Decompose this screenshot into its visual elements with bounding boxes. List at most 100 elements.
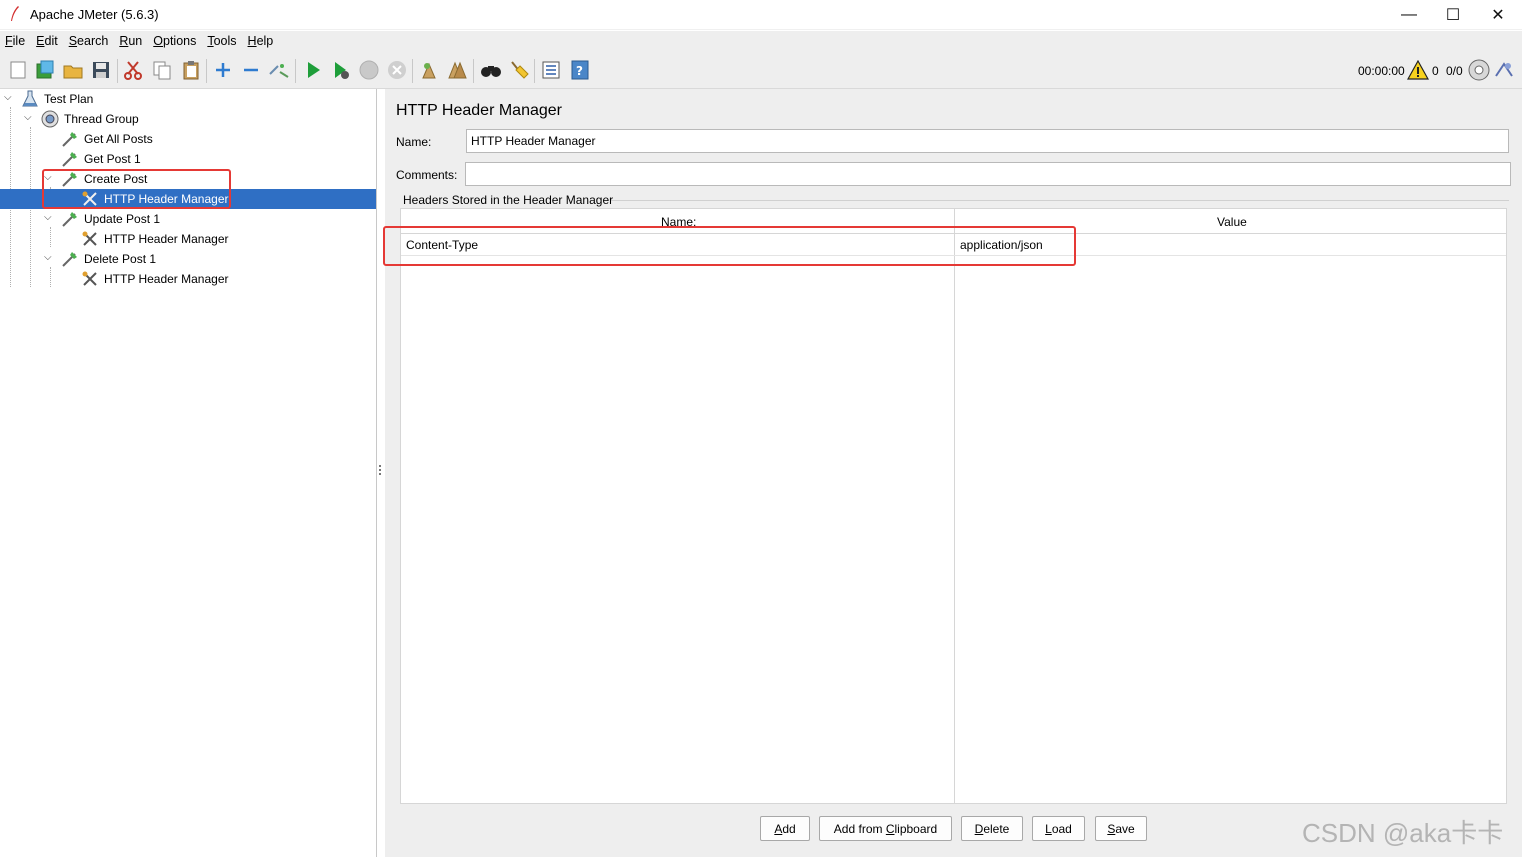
- header-manager-panel: HTTP Header Manager Name: HTTP Header Ma…: [385, 89, 1522, 857]
- menu-mnemonic: H: [247, 34, 257, 48]
- error-count: 0: [1432, 64, 1439, 78]
- name-field[interactable]: HTTP Header Manager: [466, 129, 1509, 153]
- tree-item-label: HTTP Header Manager: [104, 192, 229, 206]
- http-sampler-icon: [62, 132, 77, 147]
- menu-label: ools: [213, 34, 237, 48]
- tree-item-header-manager[interactable]: HTTP Header Manager: [0, 269, 376, 289]
- copy-icon[interactable]: [151, 59, 173, 81]
- minimize-button[interactable]: —: [1386, 0, 1432, 30]
- header-value-cell[interactable]: application/json: [960, 238, 1043, 252]
- button-label: ave: [1115, 821, 1135, 836]
- tree-item-label: HTTP Header Manager: [104, 272, 229, 286]
- start-icon[interactable]: [302, 59, 324, 81]
- close-button[interactable]: ✕: [1475, 0, 1521, 30]
- tree-item-test-plan[interactable]: ⌵ Test Plan: [0, 89, 376, 109]
- button-label: Add from: [833, 821, 886, 836]
- header-manager-icon: [82, 191, 97, 206]
- delete-button[interactable]: Delete: [961, 816, 1023, 841]
- start-no-pause-icon[interactable]: [330, 59, 352, 81]
- menu-label: ile: [12, 34, 26, 48]
- toolbar-separator: [117, 59, 118, 83]
- tree-item-label: Get All Posts: [84, 132, 153, 146]
- menu-help[interactable]: Help: [243, 31, 280, 53]
- warning-icon[interactable]: [1407, 60, 1429, 80]
- open-icon[interactable]: [62, 59, 84, 81]
- remote-status-icon: [1468, 59, 1490, 81]
- column-divider: [954, 209, 955, 803]
- save-icon[interactable]: [90, 59, 112, 81]
- menu-edit[interactable]: Edit: [31, 31, 64, 53]
- new-icon[interactable]: [7, 59, 29, 81]
- watermark: CSDN @aka卡卡: [1302, 818, 1504, 848]
- chevron-down-icon[interactable]: ⌵: [44, 172, 56, 184]
- thread-group-icon: [41, 110, 59, 128]
- splitter-handle[interactable]: [379, 465, 382, 479]
- tree-item-label: Update Post 1: [84, 212, 161, 226]
- menu-file[interactable]: File: [0, 31, 31, 53]
- toggle-icon[interactable]: [268, 59, 290, 81]
- add-from-clipboard-button[interactable]: Add from Clipboard: [819, 816, 952, 841]
- test-plan-icon: [22, 90, 38, 107]
- svg-text:?: ?: [576, 64, 583, 78]
- chevron-down-icon[interactable]: ⌵: [44, 212, 56, 224]
- column-header-value[interactable]: Value: [1217, 215, 1247, 229]
- shutdown-icon[interactable]: [386, 59, 408, 81]
- reset-search-icon[interactable]: [508, 59, 530, 81]
- menu-tools[interactable]: Tools: [202, 31, 242, 53]
- help-icon[interactable]: ?: [569, 59, 591, 81]
- search-icon[interactable]: [480, 59, 502, 81]
- menu-mnemonic: E: [36, 34, 45, 48]
- toolbar-separator: [534, 59, 535, 83]
- function-helper-icon[interactable]: [540, 59, 562, 81]
- menu-label: elp: [256, 34, 274, 48]
- tree-item-get-all-posts[interactable]: Get All Posts: [0, 129, 376, 149]
- menu-label: earch: [77, 34, 109, 48]
- comments-field[interactable]: [465, 162, 1511, 186]
- tree-item-thread-group[interactable]: ⌵ Thread Group: [0, 109, 376, 129]
- menu-label: un: [128, 34, 143, 48]
- button-label: dd: [782, 821, 796, 836]
- test-plan-tree: ⌵ Test Plan ⌵ Thread Group Get All Posts…: [0, 89, 377, 857]
- chevron-down-icon[interactable]: ⌵: [4, 92, 16, 104]
- load-button[interactable]: Load: [1032, 816, 1085, 841]
- comments-label: Comments:: [396, 168, 458, 182]
- toolbar-separator: [412, 59, 413, 83]
- menu-search[interactable]: Search: [64, 31, 115, 53]
- tree-item-create-post[interactable]: ⌵ Create Post: [0, 169, 376, 189]
- expand-icon[interactable]: [212, 59, 234, 81]
- http-sampler-icon: [62, 152, 77, 167]
- page-title: HTTP Header Manager: [396, 102, 562, 119]
- clear-icon[interactable]: [418, 59, 440, 81]
- title-bar: Apache JMeter (5.6.3) — ☐ ✕: [0, 0, 1522, 30]
- menu-run[interactable]: Run: [114, 31, 148, 53]
- add-button[interactable]: Add: [760, 816, 810, 841]
- tree-item-delete-post-1[interactable]: ⌵ Delete Post 1: [0, 249, 376, 269]
- headers-table: Name: Value Content-Type application/jso…: [400, 208, 1507, 804]
- tree-item-update-post-1[interactable]: ⌵ Update Post 1: [0, 209, 376, 229]
- menu-label: dit: [44, 34, 58, 48]
- paste-icon[interactable]: [180, 59, 202, 81]
- header-manager-icon: [82, 231, 97, 246]
- maximize-button[interactable]: ☐: [1430, 0, 1476, 30]
- templates-icon[interactable]: [34, 59, 56, 81]
- chevron-down-icon[interactable]: ⌵: [44, 252, 56, 264]
- maximize-icon: ☐: [1445, 7, 1461, 24]
- chevron-down-icon[interactable]: ⌵: [24, 112, 36, 124]
- table-row[interactable]: Content-Type application/json: [401, 234, 1506, 256]
- tree-item-label: Test Plan: [44, 92, 94, 106]
- tree-item-get-post-1[interactable]: Get Post 1: [0, 149, 376, 169]
- column-header-name[interactable]: Name:: [661, 215, 696, 229]
- jmeter-feather-icon: [11, 6, 19, 21]
- stop-icon[interactable]: [358, 59, 380, 81]
- header-name-cell[interactable]: Content-Type: [406, 238, 478, 252]
- toolbar-separator: [206, 59, 207, 83]
- collapse-icon[interactable]: [240, 59, 262, 81]
- tree-item-header-manager[interactable]: HTTP Header Manager: [0, 229, 376, 249]
- clear-all-icon[interactable]: [446, 59, 468, 81]
- cut-icon[interactable]: [122, 59, 144, 81]
- tree-item-header-manager-selected[interactable]: HTTP Header Manager: [0, 189, 376, 209]
- menu-options[interactable]: Options: [148, 31, 202, 53]
- close-icon: ✕: [1491, 7, 1505, 24]
- log-viewer-icon[interactable]: [1494, 60, 1514, 80]
- save-button[interactable]: Save: [1095, 816, 1147, 841]
